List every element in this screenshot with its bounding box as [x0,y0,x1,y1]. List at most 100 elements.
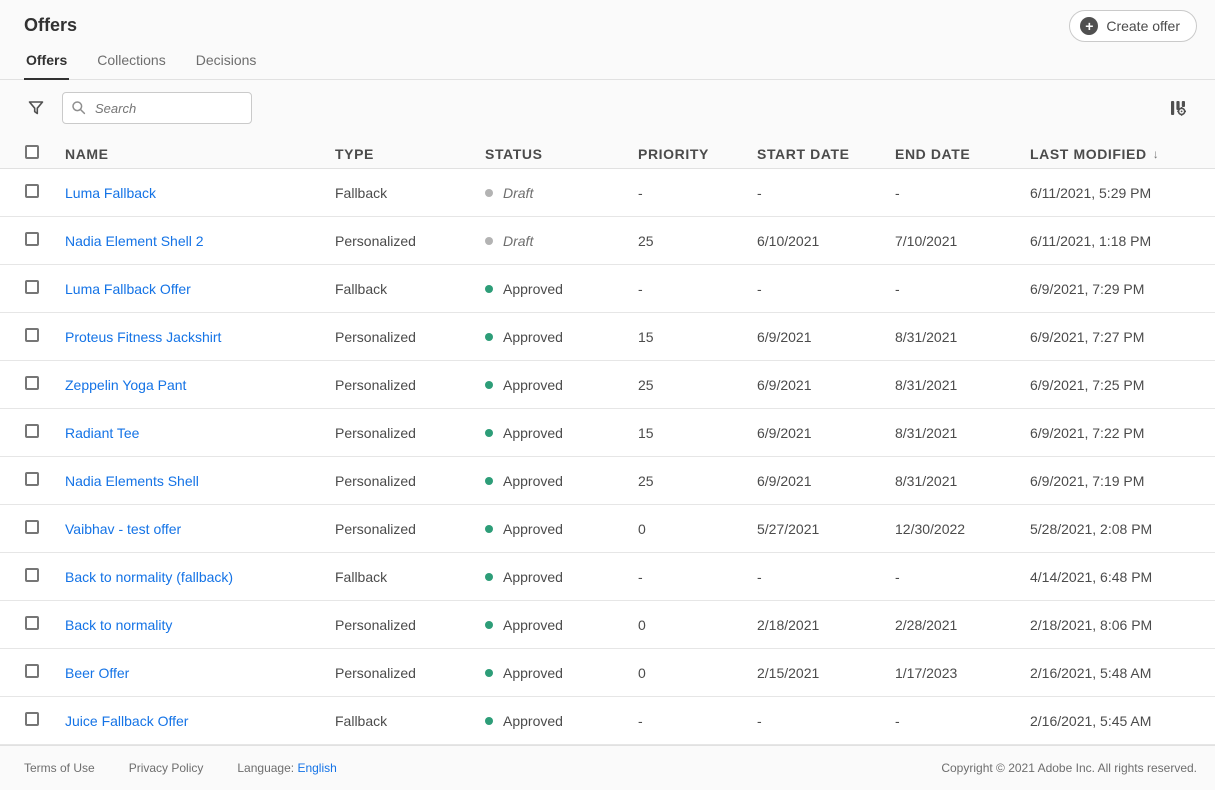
offer-name-link[interactable]: Juice Fallback Offer [65,713,188,729]
offer-type: Fallback [335,569,485,585]
offer-type: Personalized [335,617,485,633]
offer-type: Personalized [335,233,485,249]
offer-priority: - [638,185,757,201]
offer-name-link[interactable]: Beer Offer [65,665,129,681]
plus-circle-icon: + [1080,17,1098,35]
search-input[interactable] [62,92,252,124]
offer-name-link[interactable]: Nadia Elements Shell [65,473,199,489]
row-checkbox[interactable] [25,472,39,486]
offer-name-link[interactable]: Nadia Element Shell 2 [65,233,204,249]
row-checkbox[interactable] [25,520,39,534]
row-checkbox[interactable] [25,184,39,198]
table-row: Juice Fallback Offer Fallback Approved -… [0,697,1215,745]
offer-last-modified: 6/9/2021, 7:27 PM [1030,329,1215,345]
offer-status: Approved [485,377,638,393]
offer-name-link[interactable]: Back to normality (fallback) [65,569,233,585]
table-row: Nadia Element Shell 2 Personalized Draft… [0,217,1215,265]
offer-name-link[interactable]: Luma Fallback Offer [65,281,191,297]
offer-name-link[interactable]: Luma Fallback [65,185,156,201]
offer-last-modified: 6/9/2021, 7:29 PM [1030,281,1215,297]
row-checkbox[interactable] [25,664,39,678]
row-checkbox[interactable] [25,232,39,246]
status-dot-icon [485,333,493,341]
offer-end-date: - [895,281,1030,297]
offer-priority: 0 [638,617,757,633]
status-dot-icon [485,573,493,581]
filter-button[interactable] [24,96,48,120]
table-row: Radiant Tee Personalized Approved 15 6/9… [0,409,1215,457]
offer-last-modified: 2/16/2021, 5:48 AM [1030,665,1215,681]
column-header-priority[interactable]: PRIORITY [638,146,757,162]
row-checkbox[interactable] [25,712,39,726]
offer-end-date: - [895,569,1030,585]
offer-start-date: 6/9/2021 [757,377,895,393]
row-checkbox[interactable] [25,616,39,630]
offer-end-date: 8/31/2021 [895,473,1030,489]
column-header-end-date[interactable]: END DATE [895,146,1030,162]
column-header-status[interactable]: STATUS [485,146,638,162]
language-link[interactable]: English [297,761,336,775]
offer-status: Approved [485,329,638,345]
status-dot-icon [485,477,493,485]
offer-start-date: - [757,569,895,585]
row-checkbox[interactable] [25,376,39,390]
status-dot-icon [485,669,493,677]
offer-name-link[interactable]: Proteus Fitness Jackshirt [65,329,221,345]
row-checkbox[interactable] [25,568,39,582]
offer-name-link[interactable]: Zeppelin Yoga Pant [65,377,186,393]
offer-status: Approved [485,281,638,297]
row-checkbox[interactable] [25,424,39,438]
tab-offers[interactable]: Offers [24,52,69,80]
offer-start-date: 6/9/2021 [757,329,895,345]
offer-end-date: 7/10/2021 [895,233,1030,249]
table-row: Back to normality Personalized Approved … [0,601,1215,649]
status-dot-icon [485,381,493,389]
status-label: Draft [503,233,533,249]
offer-last-modified: 2/16/2021, 5:45 AM [1030,713,1215,729]
offer-start-date: 6/9/2021 [757,425,895,441]
language-label: Language: [237,761,294,775]
select-all-checkbox[interactable] [25,145,39,159]
status-label: Approved [503,329,563,345]
offer-priority: - [638,281,757,297]
status-dot-icon [485,285,493,293]
column-header-name[interactable]: NAME [65,146,335,162]
column-header-last-modified[interactable]: LAST MODIFIED ↓ [1030,146,1215,162]
offer-priority: 15 [638,329,757,345]
status-dot-icon [485,237,493,245]
filter-icon [28,100,44,116]
sort-descending-icon: ↓ [1153,147,1160,161]
offer-name-link[interactable]: Vaibhav - test offer [65,521,181,537]
column-header-start-date[interactable]: START DATE [757,146,895,162]
row-checkbox[interactable] [25,280,39,294]
table-row: Vaibhav - test offer Personalized Approv… [0,505,1215,553]
terms-of-use-link[interactable]: Terms of Use [24,761,95,775]
table-row: Nadia Elements Shell Personalized Approv… [0,457,1215,505]
search-box [62,92,252,124]
status-label: Draft [503,185,533,201]
offers-page: Offers + Create offer Offers Collections… [0,0,1215,790]
row-checkbox[interactable] [25,328,39,342]
offer-name-link[interactable]: Radiant Tee [65,425,139,441]
offer-status: Approved [485,425,638,441]
offer-end-date: 1/17/2023 [895,665,1030,681]
tab-collections[interactable]: Collections [95,52,167,80]
page-title: Offers [24,15,77,36]
offer-name-link[interactable]: Back to normality [65,617,172,633]
offer-status: Approved [485,569,638,585]
tab-decisions[interactable]: Decisions [194,52,259,80]
create-offer-button[interactable]: + Create offer [1069,10,1197,42]
offer-start-date: - [757,185,895,201]
column-settings-icon [1169,99,1187,117]
offer-type: Personalized [335,521,485,537]
privacy-policy-link[interactable]: Privacy Policy [129,761,204,775]
offer-type: Fallback [335,281,485,297]
offer-last-modified: 2/18/2021, 8:06 PM [1030,617,1215,633]
offer-type: Personalized [335,377,485,393]
column-settings-button[interactable] [1165,95,1191,121]
table-row: Proteus Fitness Jackshirt Personalized A… [0,313,1215,361]
offer-status: Approved [485,521,638,537]
offer-end-date: 8/31/2021 [895,425,1030,441]
offer-last-modified: 6/11/2021, 5:29 PM [1030,185,1215,201]
column-header-type[interactable]: TYPE [335,146,485,162]
